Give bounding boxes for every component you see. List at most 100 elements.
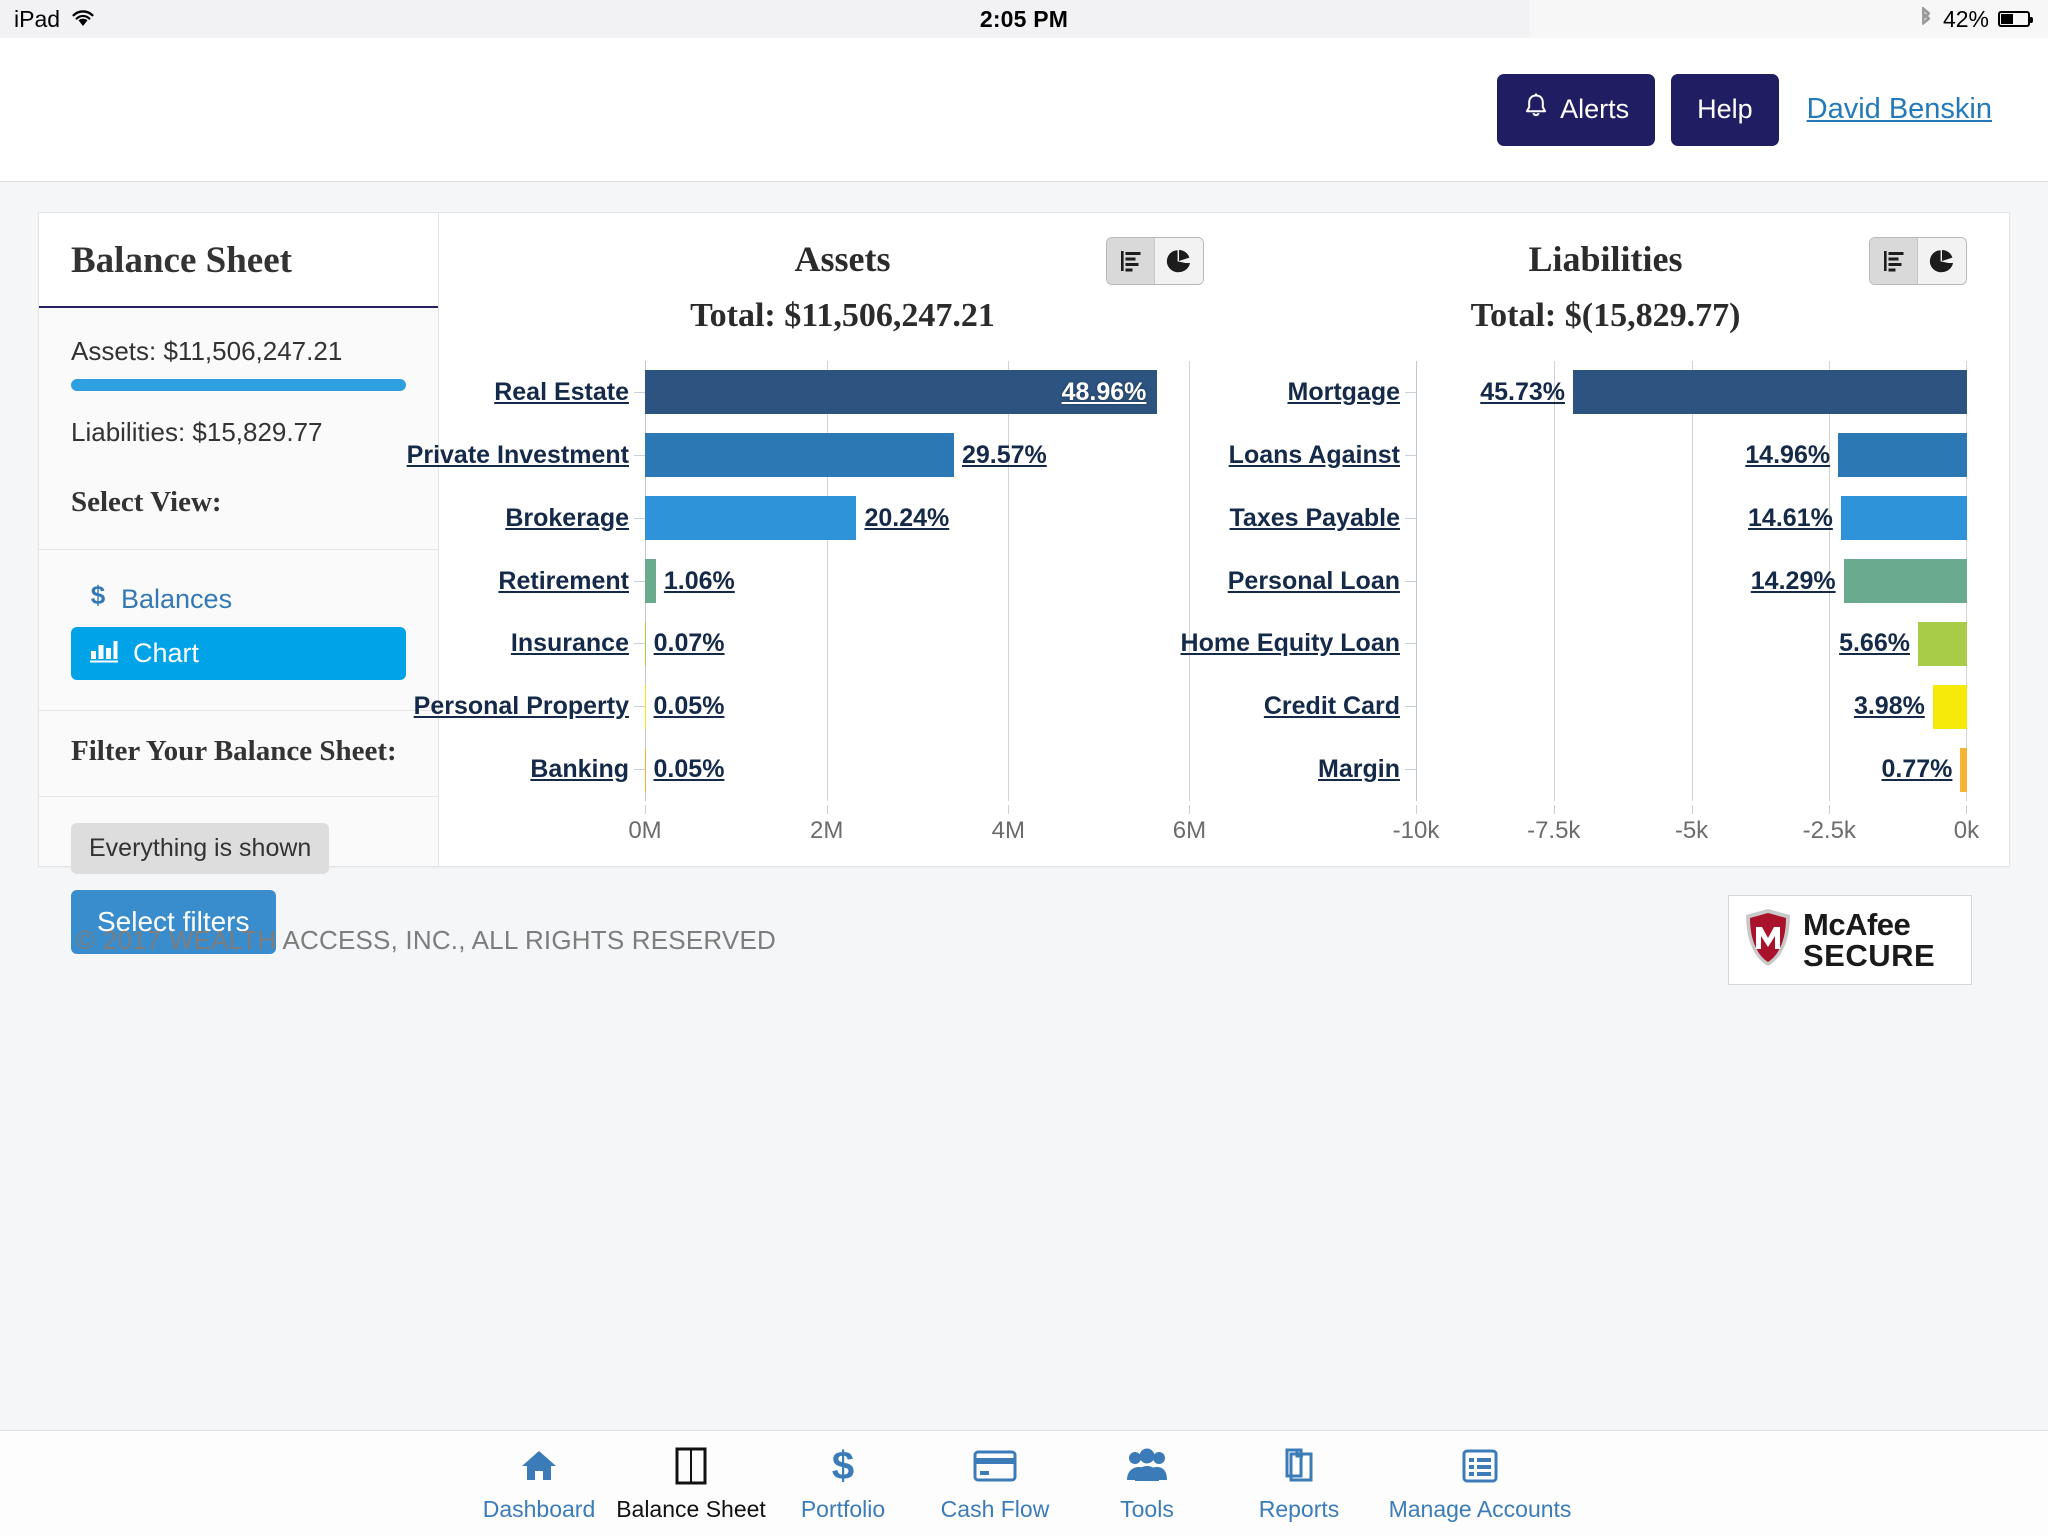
tab-manage-accounts[interactable]: Manage Accounts bbox=[1375, 1444, 1585, 1523]
battery-icon bbox=[1998, 11, 2033, 27]
assets-meter bbox=[71, 379, 406, 391]
help-button[interactable]: Help bbox=[1671, 73, 1779, 146]
assets-category-label[interactable]: Real Estate bbox=[494, 378, 645, 407]
liabilities-category-label[interactable]: Margin bbox=[1318, 755, 1416, 784]
liabilities-bar[interactable] bbox=[1917, 621, 1967, 666]
app-header: Alerts Help David Benskin bbox=[0, 38, 2048, 182]
liabilities-row[interactable]: Home Equity Loan 5.66% bbox=[1181, 612, 1967, 675]
assets-category-label[interactable]: Personal Property bbox=[414, 692, 645, 721]
filter-heading-block: Filter Your Balance Sheet: bbox=[39, 711, 438, 797]
assets-x-axis: 0M 2M 4M 6M bbox=[628, 805, 1206, 851]
liabilities-category-label[interactable]: Personal Loan bbox=[1228, 567, 1416, 596]
liabilities-bar[interactable] bbox=[1960, 747, 1967, 792]
assets-bars: Real Estate 48.96% Private Investment 29… bbox=[407, 361, 1190, 801]
user-menu-link[interactable]: David Benskin bbox=[1807, 93, 1992, 126]
liabilities-x-tick: -2.5k bbox=[1802, 817, 1856, 844]
charts-area: Assets Total: $11,506,247.21 Real Estate… bbox=[407, 213, 2009, 866]
liabilities-bar[interactable] bbox=[1932, 684, 1967, 729]
assets-bar-value: 20.24% bbox=[864, 503, 950, 532]
liabilities-bar[interactable] bbox=[1840, 496, 1967, 541]
sidebar-title-block: Balance Sheet bbox=[39, 213, 438, 308]
assets-bar-value: 48.96% bbox=[1061, 377, 1147, 406]
assets-category-label[interactable]: Insurance bbox=[511, 629, 645, 658]
liabilities-total-label: Liabilities: $15,829.77 bbox=[71, 417, 323, 447]
assets-category-label[interactable]: Retirement bbox=[498, 567, 645, 596]
assets-row[interactable]: Private Investment 29.57% bbox=[407, 424, 1190, 487]
assets-bar-view-button[interactable] bbox=[1107, 238, 1155, 284]
assets-category-label[interactable]: Private Investment bbox=[407, 441, 645, 470]
liabilities-view-toggle[interactable] bbox=[1869, 237, 1967, 285]
assets-bar[interactable] bbox=[645, 496, 857, 541]
bluetooth-icon bbox=[1918, 4, 1934, 34]
assets-row[interactable]: Insurance 0.07% bbox=[511, 612, 1190, 675]
balance-sheet-icon bbox=[673, 1444, 709, 1488]
assets-row[interactable]: Real Estate 48.96% bbox=[494, 361, 1190, 424]
credit-card-icon bbox=[973, 1444, 1017, 1488]
status-bar-time: 2:05 PM bbox=[979, 5, 1069, 32]
liabilities-bar-view-button[interactable] bbox=[1870, 238, 1918, 284]
list-icon bbox=[1461, 1444, 1499, 1488]
assets-bar[interactable] bbox=[645, 433, 954, 478]
help-label: Help bbox=[1697, 94, 1753, 124]
assets-pie-view-button[interactable] bbox=[1155, 238, 1203, 284]
liabilities-x-tick: -10k bbox=[1392, 817, 1440, 844]
assets-row[interactable]: Retirement 1.06% bbox=[498, 550, 1190, 613]
mcafee-badge-line2: SECURE bbox=[1803, 938, 1936, 973]
liabilities-x-tick: -7.5k bbox=[1527, 817, 1581, 844]
dollar-icon: $ bbox=[89, 580, 107, 617]
tab-cash-flow[interactable]: Cash Flow bbox=[919, 1444, 1071, 1523]
assets-row[interactable]: Personal Property 0.05% bbox=[414, 675, 1190, 738]
tab-portfolio[interactable]: $ Portfolio bbox=[767, 1444, 919, 1523]
liabilities-row[interactable]: Loans Against 14.96% bbox=[1229, 424, 1967, 487]
assets-x-tick: 6M bbox=[1172, 817, 1207, 844]
assets-view-toggle[interactable] bbox=[1106, 237, 1204, 285]
liabilities-bar-value: 0.77% bbox=[1881, 755, 1953, 784]
liabilities-chart-panel: Liabilities Total: $(15,829.77) Mortgage… bbox=[1181, 235, 1987, 866]
liabilities-category-label[interactable]: Mortgage bbox=[1288, 378, 1417, 407]
alerts-button[interactable]: Alerts bbox=[1497, 73, 1656, 146]
liabilities-category-label[interactable]: Loans Against bbox=[1229, 441, 1416, 470]
liabilities-bar-value: 14.96% bbox=[1745, 440, 1831, 469]
liabilities-bar[interactable] bbox=[1843, 559, 1967, 603]
bell-icon bbox=[1523, 92, 1549, 127]
liabilities-plot: Mortgage 45.73% Loans Against 14.96% Tax… bbox=[1181, 361, 1968, 801]
sidebar-item-chart-label: Chart bbox=[133, 638, 200, 668]
liabilities-bar-value: 14.29% bbox=[1750, 566, 1836, 595]
liabilities-x-axis: -10k -7.5k -5k -2.5k 0k bbox=[1393, 805, 1979, 851]
liabilities-category-label[interactable]: Home Equity Loan bbox=[1181, 629, 1416, 658]
liabilities-row[interactable]: Margin 0.77% bbox=[1318, 738, 1967, 801]
tab-balance-sheet[interactable]: Balance Sheet bbox=[615, 1444, 767, 1523]
assets-chart-panel: Assets Total: $11,506,247.21 Real Estate… bbox=[407, 235, 1224, 866]
liabilities-bar-value: 45.73% bbox=[1480, 377, 1566, 406]
tab-tools[interactable]: Tools bbox=[1071, 1444, 1223, 1523]
page-body: Balance Sheet Assets: $11,506,247.21 Lia… bbox=[0, 182, 2048, 1536]
dollar-icon: $ bbox=[828, 1444, 858, 1488]
assets-category-label[interactable]: Brokerage bbox=[505, 504, 645, 533]
liabilities-row[interactable]: Personal Loan 14.29% bbox=[1228, 550, 1967, 613]
assets-row[interactable]: Banking 0.05% bbox=[530, 738, 1190, 801]
mcafee-badge-line1: McAfee bbox=[1803, 907, 1911, 942]
ios-status-bar: iPad 2:05 PM 42% bbox=[0, 0, 2048, 38]
assets-bar-value: 0.05% bbox=[653, 755, 725, 784]
liabilities-pie-view-button[interactable] bbox=[1918, 238, 1966, 284]
sidebar-item-chart[interactable]: Chart bbox=[71, 627, 406, 680]
liabilities-bar[interactable] bbox=[1573, 370, 1967, 415]
liabilities-category-label[interactable]: Credit Card bbox=[1264, 692, 1416, 721]
tab-reports[interactable]: Reports bbox=[1223, 1444, 1375, 1523]
liabilities-bars: Mortgage 45.73% Loans Against 14.96% Tax… bbox=[1181, 361, 1967, 801]
liabilities-bar[interactable] bbox=[1838, 433, 1967, 478]
tab-dashboard[interactable]: Dashboard bbox=[463, 1444, 615, 1523]
tab-tools-label: Tools bbox=[1120, 1496, 1174, 1522]
people-icon bbox=[1125, 1444, 1169, 1488]
assets-row[interactable]: Brokerage 20.24% bbox=[505, 487, 1190, 550]
liabilities-bar-value: 14.61% bbox=[1748, 503, 1833, 532]
assets-bar[interactable] bbox=[645, 559, 656, 603]
sidebar-item-balances[interactable]: $ Balances bbox=[71, 572, 406, 627]
assets-total-label: Assets: $11,506,247.21 bbox=[71, 336, 343, 366]
balance-sheet-card: Balance Sheet Assets: $11,506,247.21 Lia… bbox=[38, 212, 2010, 954]
liabilities-row[interactable]: Credit Card 3.98% bbox=[1264, 675, 1967, 738]
liabilities-row[interactable]: Taxes Payable 14.61% bbox=[1230, 487, 1967, 550]
liabilities-row[interactable]: Mortgage 45.73% bbox=[1288, 361, 1967, 424]
assets-category-label[interactable]: Banking bbox=[530, 755, 645, 784]
liabilities-category-label[interactable]: Taxes Payable bbox=[1230, 504, 1416, 533]
